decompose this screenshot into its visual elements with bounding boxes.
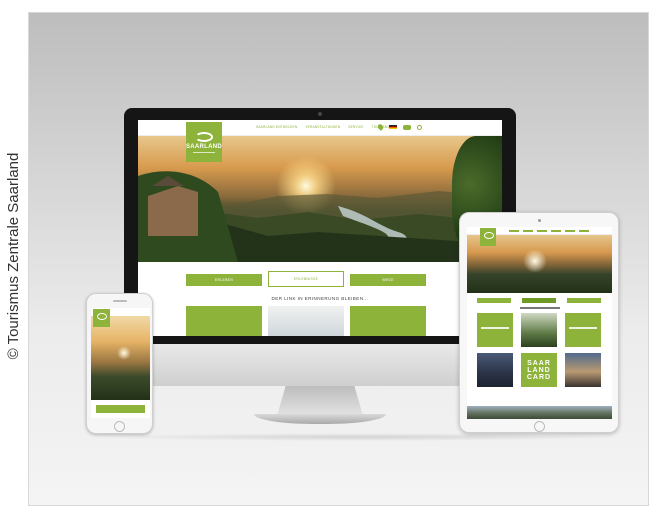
- phone-hero-sun: [117, 346, 131, 360]
- monitor-chin: [124, 344, 516, 386]
- phone-speaker: [113, 300, 127, 302]
- saarland-card-text: SAAR LAND CARD: [526, 359, 552, 381]
- tablet-tile-saarland-card[interactable]: SAAR LAND CARD: [521, 353, 557, 387]
- home-button-icon[interactable]: [114, 421, 125, 432]
- tablet-tile-1[interactable]: [477, 313, 513, 347]
- tile-card-3[interactable]: [350, 306, 426, 336]
- device-mockup-photo: SAARLAND ENTDECKEN VERANSTALTUNGEN SERVI…: [28, 12, 649, 506]
- logo-text: SAARLAND: [185, 143, 223, 150]
- smartphone: [86, 293, 153, 434]
- phone-saarland-logo[interactable]: [93, 309, 110, 327]
- photo-credit: © Tourismus Zentrale Saarland: [5, 152, 22, 360]
- tab-erleben[interactable]: ERLEBEN: [186, 274, 262, 286]
- tablet-section-heading: [467, 307, 612, 310]
- tablet-camera-icon: [538, 219, 541, 222]
- tablet-tile-3[interactable]: [565, 313, 601, 347]
- tablet-tab-1[interactable]: [477, 298, 511, 303]
- location-pin-icon[interactable]: [376, 123, 385, 131]
- tablet-home-button-icon[interactable]: [534, 421, 545, 432]
- camera-icon: [318, 112, 322, 116]
- nav-link-entdecken[interactable]: SAARLAND ENTDECKEN: [256, 125, 297, 129]
- tablet-tab-3[interactable]: [567, 298, 601, 303]
- tablet-tabs: [467, 296, 612, 306]
- tablet-hero-sun: [523, 249, 547, 273]
- phone-screen: [91, 308, 150, 418]
- nav-links: SAARLAND ENTDECKEN VERANSTALTUNGEN SERVI…: [256, 125, 392, 129]
- tablet-tile-grid: SAAR LAND CARD: [477, 313, 602, 413]
- category-tiles: ERLEBEN ERLEBNISSE WEGE DER LINK IN ERIN…: [138, 262, 502, 336]
- tablet-screen: SAAR LAND CARD: [467, 227, 612, 419]
- monitor-bezel: SAARLAND ENTDECKEN VERANSTALTUNGEN SERVI…: [124, 108, 516, 344]
- logo-tagline-line: [193, 151, 215, 153]
- monitor-foot: [254, 414, 386, 424]
- desk-shadow: [89, 433, 629, 441]
- desktop-screen: SAARLAND ENTDECKEN VERANSTALTUNGEN SERVI…: [138, 120, 502, 336]
- tab-erlebnisse[interactable]: ERLEBNISSE: [268, 271, 344, 287]
- nav-link-veranstaltungen[interactable]: VERANSTALTUNGEN: [305, 125, 340, 129]
- phone-green-button[interactable]: [96, 405, 145, 413]
- search-icon[interactable]: [417, 124, 422, 130]
- travel-icon[interactable]: [403, 124, 411, 130]
- tablet-saarland-logo[interactable]: [480, 228, 496, 246]
- tablet-tile-night[interactable]: [565, 353, 601, 387]
- tile-card-1[interactable]: [186, 306, 262, 336]
- tablet-footer-image: [467, 406, 612, 419]
- tab-wege[interactable]: WEGE: [350, 274, 426, 286]
- tile-card-2[interactable]: [268, 306, 344, 336]
- saarland-logo[interactable]: SAARLAND: [186, 122, 222, 162]
- language-flag-icon[interactable]: [389, 125, 397, 129]
- tablet-nav-links[interactable]: [509, 230, 589, 232]
- desktop-monitor: SAARLAND ENTDECKEN VERANSTALTUNGEN SERVI…: [124, 108, 516, 428]
- tablet-tile-people[interactable]: [477, 353, 513, 387]
- tablet-tile-river[interactable]: [521, 313, 557, 347]
- monitor-stand: [277, 386, 363, 416]
- tablet-tab-2[interactable]: [522, 298, 556, 303]
- section-heading: DER LINK IN ERINNERUNG BLEIBEN...: [271, 296, 369, 301]
- tablet: SAAR LAND CARD: [459, 212, 619, 433]
- logo-swirl-icon: [195, 131, 213, 142]
- nav-icons: [376, 123, 422, 131]
- nav-link-service[interactable]: SERVICE: [348, 125, 363, 129]
- phone-hero-image: [91, 316, 150, 400]
